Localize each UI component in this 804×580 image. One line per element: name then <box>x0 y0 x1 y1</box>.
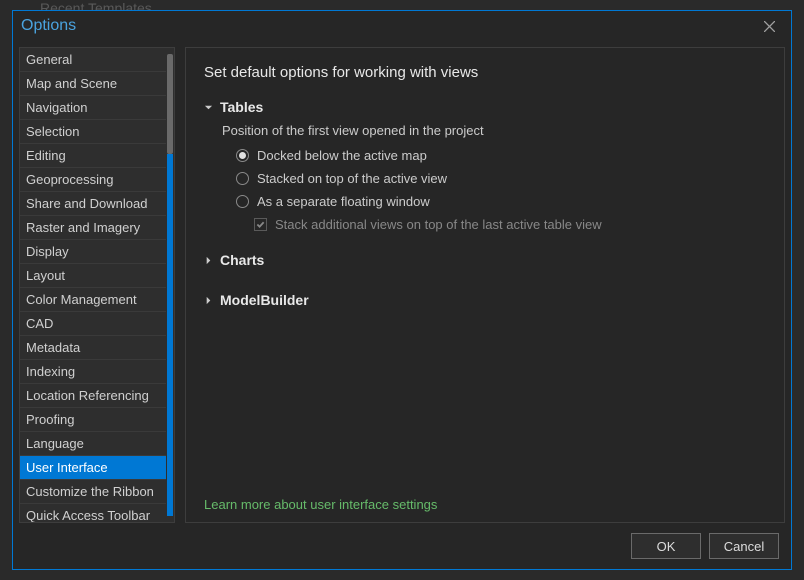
radio-label-1: Stacked on top of the active view <box>257 171 447 186</box>
sidebar-item-navigation[interactable]: Navigation <box>20 96 166 120</box>
section-tables-title: Tables <box>220 99 263 115</box>
sidebar-item-general[interactable]: General <box>20 48 166 72</box>
radio-row-1[interactable]: Stacked on top of the active view <box>222 167 766 190</box>
sidebar-item-raster-and-imagery[interactable]: Raster and Imagery <box>20 216 166 240</box>
chevron-right-icon <box>204 252 214 268</box>
radio-label-2: As a separate floating window <box>257 194 430 209</box>
dialog-title: Options <box>21 17 76 35</box>
sidebar-item-selection[interactable]: Selection <box>20 120 166 144</box>
sidebar-item-user-interface[interactable]: User Interface <box>20 456 166 480</box>
scrollbar-thumb-top[interactable] <box>167 54 173 154</box>
section-modelbuilder-header[interactable]: ModelBuilder <box>204 292 766 308</box>
stack-checkbox-row: Stack additional views on top of the las… <box>222 213 766 236</box>
ok-button[interactable]: OK <box>631 533 701 559</box>
sidebar-item-cad[interactable]: CAD <box>20 312 166 336</box>
sidebar-scrollbar[interactable] <box>166 48 174 522</box>
section-modelbuilder-title: ModelBuilder <box>220 292 309 308</box>
close-button[interactable] <box>755 14 783 38</box>
radio-position-2[interactable] <box>236 195 249 208</box>
section-modelbuilder: ModelBuilder <box>204 292 766 316</box>
sidebar-item-quick-access-toolbar[interactable]: Quick Access Toolbar <box>20 504 166 522</box>
position-label: Position of the first view opened in the… <box>222 123 766 138</box>
content-panel: Set default options for working with vie… <box>185 47 785 523</box>
sidebar-item-indexing[interactable]: Indexing <box>20 360 166 384</box>
sidebar-item-editing[interactable]: Editing <box>20 144 166 168</box>
sidebar-item-location-referencing[interactable]: Location Referencing <box>20 384 166 408</box>
options-dialog: Options GeneralMap and SceneNavigationSe… <box>12 10 792 570</box>
sidebar-item-customize-the-ribbon[interactable]: Customize the Ribbon <box>20 480 166 504</box>
cancel-button[interactable]: Cancel <box>709 533 779 559</box>
close-icon <box>764 21 775 32</box>
sidebar-item-proofing[interactable]: Proofing <box>20 408 166 432</box>
sidebar-item-display[interactable]: Display <box>20 240 166 264</box>
sidebar-item-map-and-scene[interactable]: Map and Scene <box>20 72 166 96</box>
sidebar-item-language[interactable]: Language <box>20 432 166 456</box>
sidebar-wrapper: GeneralMap and SceneNavigationSelectionE… <box>19 47 175 523</box>
section-charts-header[interactable]: Charts <box>204 252 766 268</box>
sidebar-item-metadata[interactable]: Metadata <box>20 336 166 360</box>
footer: OK Cancel <box>13 523 791 569</box>
scrollbar-accent[interactable] <box>167 154 173 516</box>
chevron-right-icon <box>204 292 214 308</box>
sidebar-item-color-management[interactable]: Color Management <box>20 288 166 312</box>
section-charts-title: Charts <box>220 252 264 268</box>
section-charts: Charts <box>204 252 766 276</box>
section-tables-header[interactable]: Tables <box>204 99 766 115</box>
radio-label-0: Docked below the active map <box>257 148 427 163</box>
chevron-down-icon <box>204 99 214 115</box>
titlebar: Options <box>13 11 791 41</box>
section-tables: Tables Position of the first view opened… <box>204 99 766 236</box>
radio-position-0[interactable] <box>236 149 249 162</box>
learn-more-link[interactable]: Learn more about user interface settings <box>204 497 437 512</box>
section-tables-body: Position of the first view opened in the… <box>204 123 766 236</box>
radio-position-1[interactable] <box>236 172 249 185</box>
sidebar-item-share-and-download[interactable]: Share and Download <box>20 192 166 216</box>
sidebar-item-geoprocessing[interactable]: Geoprocessing <box>20 168 166 192</box>
stack-checkbox <box>254 218 267 231</box>
stack-checkbox-label: Stack additional views on top of the las… <box>275 217 602 232</box>
radio-row-0[interactable]: Docked below the active map <box>222 144 766 167</box>
content-heading: Set default options for working with vie… <box>204 64 766 81</box>
radio-row-2[interactable]: As a separate floating window <box>222 190 766 213</box>
sidebar-item-layout[interactable]: Layout <box>20 264 166 288</box>
sidebar: GeneralMap and SceneNavigationSelectionE… <box>20 48 166 522</box>
dialog-body: GeneralMap and SceneNavigationSelectionE… <box>13 41 791 523</box>
